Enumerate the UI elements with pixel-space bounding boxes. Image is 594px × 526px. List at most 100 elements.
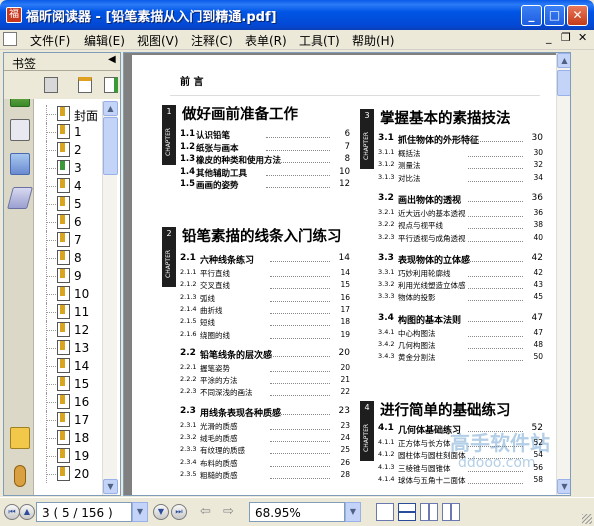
menu-comment[interactable]: 注释(C) [191,32,233,49]
menu-tools[interactable]: 工具(T) [299,32,340,49]
chapter-tab: CHAPTER [162,119,176,165]
bookmark-item[interactable]: 12 [38,321,100,339]
first-page-button[interactable]: ⏮ [4,504,20,520]
doc-scroll-thumb[interactable] [557,70,570,96]
bookmark-item[interactable]: 16 [38,393,100,411]
bookmark-item[interactable]: 4 [38,177,100,195]
toc-entry: 3.1 抓住物体的外形特征 30 [378,133,543,146]
bookmark-scrollbar[interactable]: ▲ ▼ [102,101,118,495]
title-bar[interactable]: 福 福昕阅读器 - [铅笔素描从入门到精通.pdf] _ □ ✕ [0,0,594,30]
toc-number: 3.1.3 [378,172,395,181]
doc-scroll-up-arrow[interactable]: ▲ [557,53,570,68]
document-scrollbar[interactable]: ▲ ▼ [556,53,570,495]
doc-close-button[interactable]: ✕ [578,31,587,44]
bookmark-item[interactable]: 8 [38,249,100,267]
toc-subentry: 2.3.5 粗糙的质感 28 [180,470,350,482]
bookmark-label: 3 [74,161,82,175]
zoom-field[interactable]: 68.95% [249,502,345,522]
bookmark-item[interactable]: 7 [38,231,100,249]
doc-minimize-button[interactable]: _ [546,31,552,44]
toc-subentry: 3.3.3 物体的投影 45 [378,292,543,304]
bookmark-item[interactable]: 17 [38,411,100,429]
toc-page-number: 26 [340,457,350,467]
toc-title: 表现物体的立体感 [398,255,471,266]
toc-subentry: 2.1.4 曲折线 17 [180,305,350,317]
continuous-facing-view-icon[interactable] [442,503,460,521]
toc-leader-dots [270,337,330,339]
last-page-button[interactable]: ⏭ [171,504,187,520]
attachments-tab-icon[interactable] [14,465,26,487]
bookmark-icon [57,268,70,283]
toc-page-number: 10 [339,166,350,177]
bookmark-item[interactable]: 9 [38,267,100,285]
zoom-dropdown-button[interactable]: ▼ [345,502,361,522]
menu-form[interactable]: 表单(R) [245,32,287,49]
bookmark-label: 16 [74,395,90,409]
new-bookmark-icon[interactable] [78,77,92,93]
toc-leader-dots [468,156,523,157]
continuous-view-icon[interactable] [398,503,416,521]
delete-bookmark-icon[interactable] [44,77,58,93]
bookmark-item[interactable]: 19 [38,447,100,465]
pages-tab-icon[interactable] [10,119,30,141]
resize-grip-icon[interactable] [582,514,592,524]
toc-number: 4.1.2 [378,450,395,459]
previous-page-button[interactable]: ▲ [19,504,35,520]
bookmark-item[interactable]: 15 [38,375,100,393]
scroll-down-arrow[interactable]: ▼ [103,479,118,494]
maximize-button[interactable]: □ [544,5,565,26]
toc-number: 1.5 [180,179,196,189]
bookmark-item[interactable]: 1 [38,123,100,141]
bookmark-label: 6 [74,215,82,229]
toc-entry: 2.2 铅笔线条的层次感 20 [180,348,350,361]
page-dropdown-button[interactable]: ▼ [132,502,148,522]
close-button[interactable]: ✕ [567,5,588,26]
document-menu-icon[interactable] [3,32,17,46]
menu-edit[interactable]: 编辑(E) [84,32,125,49]
toc-number: 2.1.2 [180,280,197,289]
bookmark-item[interactable]: 5 [38,195,100,213]
bookmark-item[interactable]: 3 [38,159,100,177]
bookmark-item[interactable]: 20 [38,465,100,483]
menu-view[interactable]: 视图(V) [137,32,179,49]
chapter-number: 1 [162,105,176,119]
bookmark-item[interactable]: 11 [38,303,100,321]
bookmark-item[interactable]: 6 [38,213,100,231]
toc-leader-dots [468,240,523,242]
layers-tab-icon[interactable] [7,187,33,209]
page-number-field[interactable]: 3 ( 5 / 156 ) [36,502,132,522]
back-arrow-icon[interactable]: ⇦ [200,504,211,519]
bookmark-item[interactable]: 14 [38,357,100,375]
toc-number: 3.3 [378,252,394,263]
scroll-thumb[interactable] [103,117,118,175]
menu-file[interactable]: 文件(F) [30,32,70,49]
toc-subentry: 3.1.1 概括法 30 [378,148,543,160]
comments-tab-icon[interactable] [10,427,30,449]
toc-leader-dots [270,383,330,385]
document-view[interactable]: 前 言 高手软件站 ddooo.com CHAPTER 1 做好画前准备工作 1.1 认… [123,52,571,496]
bookmark-item[interactable]: 10 [38,285,100,303]
annotations-tab-icon[interactable] [10,153,30,175]
single-page-view-icon[interactable] [376,503,394,521]
minimize-button[interactable]: _ [521,5,542,26]
next-page-button[interactable]: ▼ [153,504,169,520]
menu-help[interactable]: 帮助(H) [352,32,394,49]
bookmark-item[interactable]: 2 [38,141,100,159]
bookmark-item[interactable]: 13 [38,339,100,357]
bookmark-tree: 封面 1 2 3 4 5 6 7 8 9 10 11 12 13 14 15 16 17 18 19 20 [38,101,100,493]
doc-restore-button[interactable]: ❐ [561,31,571,44]
scroll-up-arrow[interactable]: ▲ [103,101,118,116]
panel-title: 书签 [12,57,37,71]
toc-page-number: 34 [533,172,543,182]
expand-bookmark-icon[interactable] [104,77,118,93]
toc-title: 认识铅笔 [196,131,231,141]
tree-connector [46,114,56,115]
bookmark-item[interactable]: 18 [38,429,100,447]
toc-subentry: 2.3.1 光滑的质感 23 [180,421,350,433]
app-icon[interactable]: 福 [6,7,22,23]
bookmark-item[interactable]: 封面 [38,105,100,123]
doc-scroll-down-arrow[interactable]: ▼ [557,479,570,494]
facing-view-icon[interactable] [420,503,438,521]
forward-arrow-icon[interactable]: ⇨ [223,504,234,519]
collapse-panel-icon[interactable]: ◀ [108,54,116,65]
